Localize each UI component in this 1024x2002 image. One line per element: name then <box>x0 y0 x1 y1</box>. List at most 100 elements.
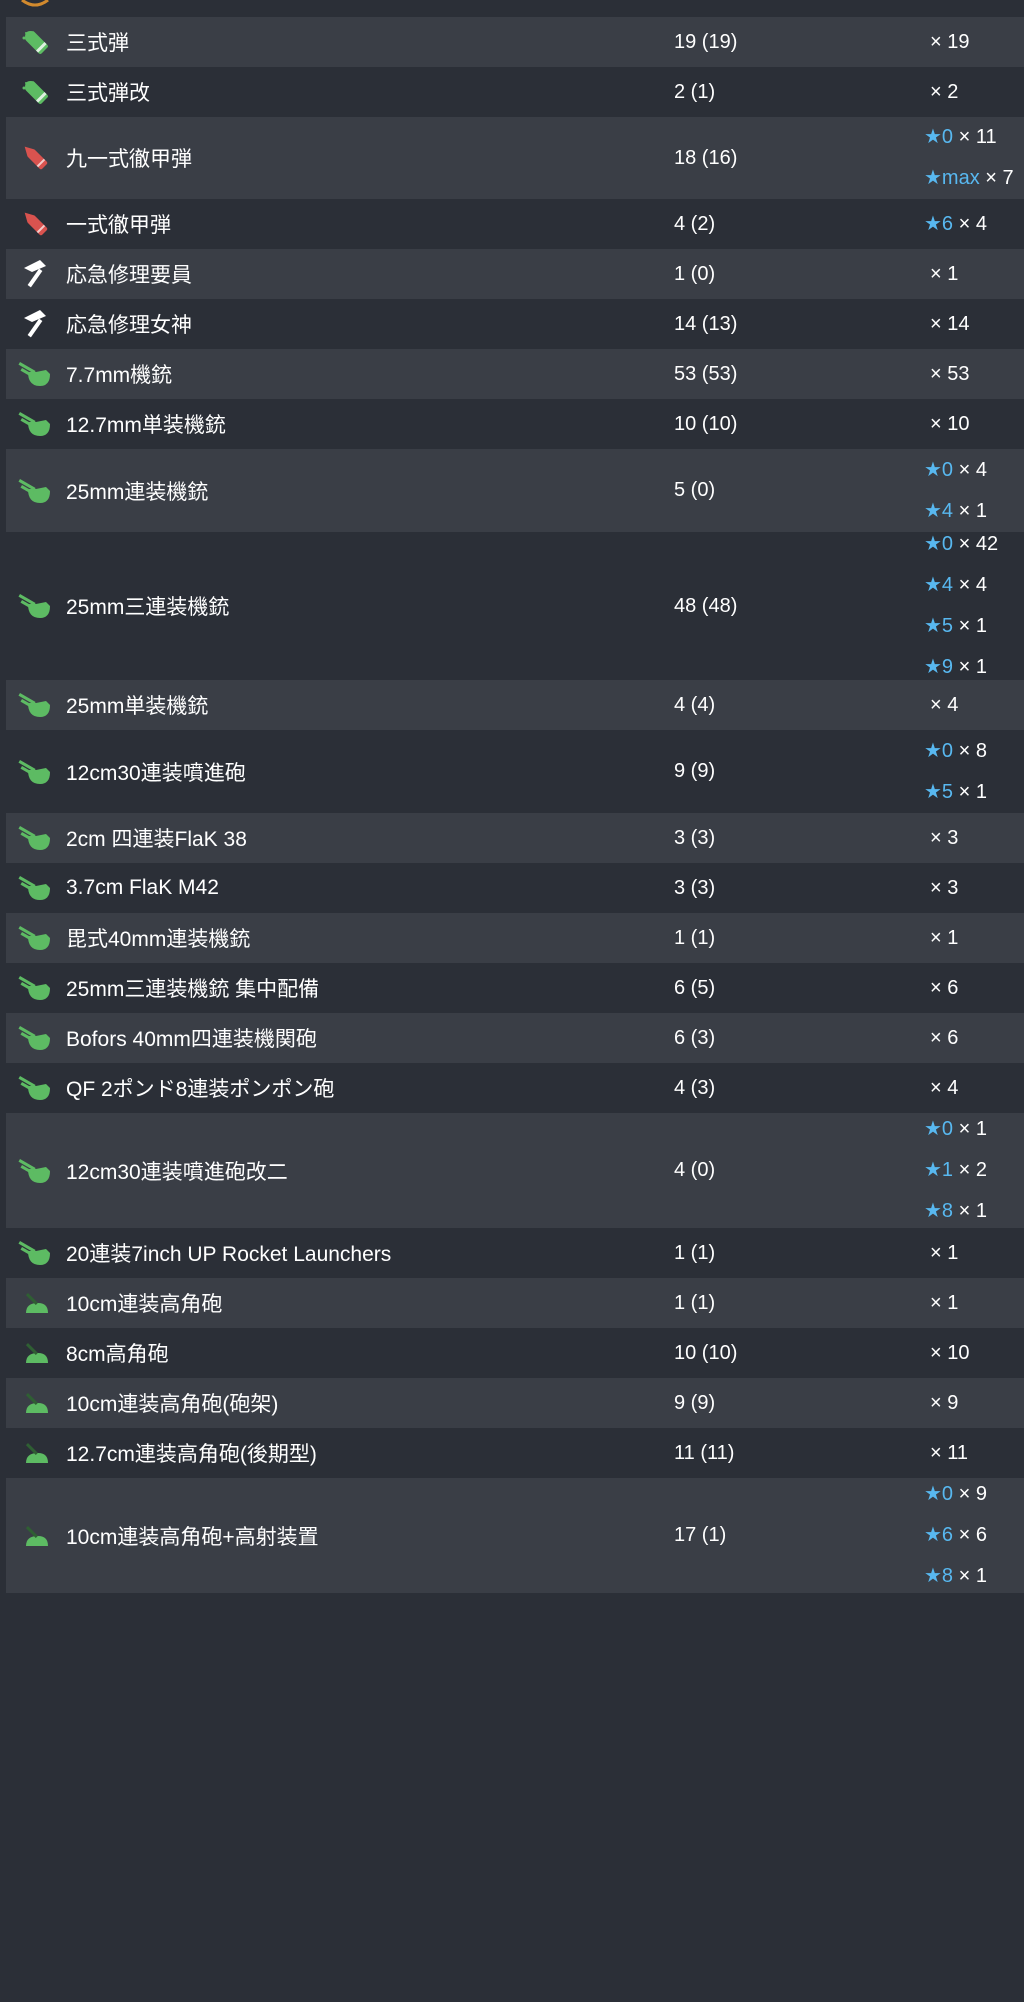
quantity-line: ★8 × 1 <box>924 1191 1024 1232</box>
quantity-multiplier: × 3 <box>930 876 959 899</box>
aa-gun-icon <box>6 868 66 908</box>
quantity-line: × 1 <box>924 1233 1024 1274</box>
equipment-count: 3 (3) <box>674 826 716 849</box>
quantity-line: × 14 <box>924 304 1024 345</box>
aa-gun-icon <box>6 918 66 958</box>
quantity-multiplier: × 4 <box>930 693 959 716</box>
aa-gun-icon <box>6 1233 66 1273</box>
equipment-name: 2cm 四連装FlaK 38 <box>66 828 247 851</box>
equipment-quantity: × 9 <box>924 1383 1024 1424</box>
quantity-multiplier: × 1 <box>930 1241 959 1264</box>
quantity-multiplier: × 4 <box>953 458 987 481</box>
improvement-level: ★8 <box>924 1565 954 1587</box>
equipment-name: 一式徹甲弾 <box>66 214 171 237</box>
improvement-level: ★5 <box>924 780 954 803</box>
equipment-name: 九一式徹甲弾 <box>66 148 192 171</box>
quantity-multiplier: × 4 <box>930 1076 959 1099</box>
equipment-name: 25mm三連装機銃 <box>66 596 230 619</box>
equipment-count: 1 (1) <box>674 926 716 949</box>
equipment-name: Bofors 40mm四連装機関砲 <box>66 1028 317 1051</box>
equipment-name: 10cm連装高角砲 <box>66 1293 223 1316</box>
quantity-line: ★9 × 1 <box>924 647 1024 688</box>
equipment-quantity: × 14 <box>924 304 1024 345</box>
equipment-quantity: × 1 <box>924 918 1024 959</box>
equipment-row: 九一式徹甲弾 18 (16) ★0 × 11 ★max × 7 <box>6 117 1024 199</box>
equipment-count: 3 (3) <box>674 876 716 899</box>
quantity-multiplier: × 2 <box>953 1159 987 1181</box>
shell-icon <box>6 22 66 62</box>
improvement-level: ★6 <box>924 212 954 235</box>
ap-shell-icon <box>6 138 66 178</box>
quantity-line: × 10 <box>924 404 1024 445</box>
equipment-count: 17 (1) <box>674 1524 727 1546</box>
aa-gun-icon <box>6 1018 66 1058</box>
equipment-count: 4 (0) <box>674 1159 716 1181</box>
improvement-level: ★4 <box>924 499 954 522</box>
equipment-row: 3.7cm FlaK M42 3 (3) × 3 <box>6 863 1024 913</box>
quantity-multiplier: × 1 <box>953 615 987 637</box>
equipment-quantity: × 3 <box>924 868 1024 909</box>
equipment-count: 9 (9) <box>674 1391 716 1414</box>
quantity-multiplier: × 19 <box>930 30 970 53</box>
aa-gun-icon <box>6 968 66 1008</box>
quantity-multiplier: × 7 <box>979 167 1014 189</box>
equipment-name: 三式弾改 <box>66 82 150 105</box>
ha-gun-icon <box>6 1516 66 1556</box>
equipment-name: 20連装7inch UP Rocket Launchers <box>66 1243 392 1266</box>
quantity-multiplier: × 1 <box>953 780 987 803</box>
equipment-count: 4 (4) <box>674 693 716 716</box>
improvement-level: ★0 <box>924 126 954 148</box>
equipment-row: Bofors 40mm四連装機関砲 6 (3) × 6 <box>6 1013 1024 1063</box>
equipment-quantity: × 10 <box>924 1333 1024 1374</box>
quantity-line: ★0 × 8 <box>924 731 1024 772</box>
aa-gun-icon <box>6 586 66 626</box>
equipment-name: 25mm三連装機銃 集中配備 <box>66 978 320 1001</box>
quantity-multiplier: × 3 <box>930 826 959 849</box>
quantity-line: × 3 <box>924 818 1024 859</box>
quantity-multiplier: × 10 <box>930 412 970 435</box>
quantity-line: ★0 × 1 <box>924 1109 1024 1150</box>
quantity-line: × 1 <box>924 1283 1024 1324</box>
equipment-quantity: ★0 × 4 ★4 × 1 <box>924 450 1024 532</box>
quantity-line: ★max × 7 <box>924 158 1024 199</box>
aa-gun-icon <box>6 685 66 725</box>
equipment-count: 53 (53) <box>674 362 738 385</box>
improvement-level: ★0 <box>924 533 954 555</box>
quantity-line: ★6 × 4 <box>924 204 1024 245</box>
equipment-count: 1 (1) <box>674 1291 716 1314</box>
quantity-multiplier: × 9 <box>953 1483 987 1505</box>
equipment-count: 14 (13) <box>674 312 738 335</box>
improvement-level: ★0 <box>924 739 954 762</box>
quantity-multiplier: × 53 <box>930 362 970 385</box>
equipment-quantity: × 2 <box>924 72 1024 113</box>
quantity-multiplier: × 1 <box>953 1200 987 1222</box>
quantity-multiplier: × 4 <box>953 212 987 235</box>
equipment-row: 応急修理要員 1 (0) × 1 <box>6 249 1024 299</box>
quantity-line: × 6 <box>924 1018 1024 1059</box>
quantity-multiplier: × 9 <box>930 1391 959 1414</box>
equipment-count: 11 (11) <box>674 1441 735 1464</box>
quantity-line: ★4 × 4 <box>924 565 1024 606</box>
quantity-multiplier: × 14 <box>930 312 970 335</box>
quantity-line: ★5 × 1 <box>924 772 1024 813</box>
equipment-row: 12cm30連装噴進砲改二 4 (0) ★0 × 1 ★1 × 2 ★8 × 1 <box>6 1113 1024 1228</box>
quantity-multiplier: × 1 <box>953 499 987 522</box>
aa-gun-icon <box>6 752 66 792</box>
equipment-row: 三式弾 19 (19) × 19 <box>6 17 1024 67</box>
quantity-multiplier: × 42 <box>953 533 999 555</box>
equipment-row: 8cm高角砲 10 (10) × 10 <box>6 1328 1024 1378</box>
quantity-line: × 9 <box>924 1383 1024 1424</box>
equipment-quantity: × 1 <box>924 254 1024 295</box>
ha-gun-icon <box>6 1433 66 1473</box>
quantity-multiplier: × 1 <box>953 1118 987 1140</box>
equipment-name: QF 2ポンド8連装ポンポン砲 <box>66 1078 335 1101</box>
equipment-row: 一式徹甲弾 4 (2) ★6 × 4 <box>6 199 1024 249</box>
equipment-count: 9 (9) <box>674 760 716 782</box>
equipment-quantity: ★6 × 4 <box>924 204 1024 245</box>
quantity-line: ★0 × 11 <box>924 117 1024 158</box>
equipment-row: 12.7mm単装機銃 10 (10) × 10 <box>6 399 1024 449</box>
quantity-line: ★5 × 1 <box>924 606 1024 647</box>
equipment-count: 18 (16) <box>674 146 738 169</box>
quantity-line: ★0 × 42 <box>924 524 1024 565</box>
equipment-row: 三式弾改 2 (1) × 2 <box>6 67 1024 117</box>
